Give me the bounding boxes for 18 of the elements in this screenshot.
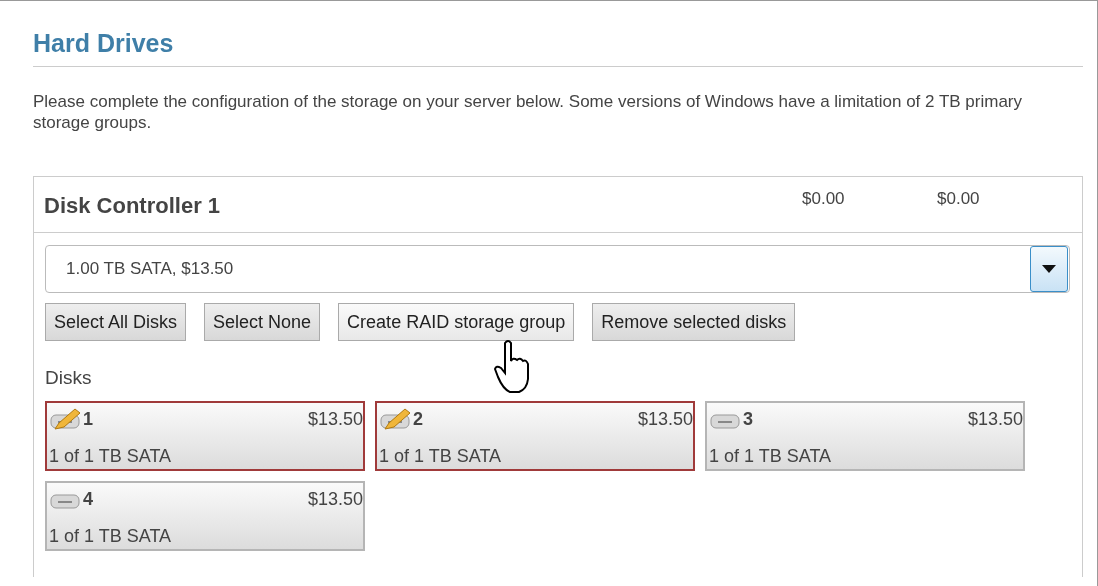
- price: $0.00: [937, 189, 981, 209]
- disk-tile[interactable]: 4 $13.50 1 of 1 TB SATA: [45, 481, 365, 551]
- drive-pencil-icon: [379, 407, 413, 431]
- action-button[interactable]: Select None: [204, 303, 321, 341]
- disks-label: Disks: [45, 367, 93, 389]
- disk-tile[interactable]: 3 $13.50 1 of 1 TB SATA: [705, 401, 1025, 471]
- disk-tile[interactable]: 1 $13.50 1 of 1 TB SATA: [45, 401, 365, 471]
- action-button[interactable]: Remove selected disks: [592, 303, 796, 341]
- disk-dropdown[interactable]: 1.00 TB SATA, $13.50: [45, 245, 1070, 293]
- drive-pencil-icon: [49, 407, 83, 431]
- section-title: Hard Drives: [33, 29, 1083, 67]
- description: Please complete the configuration of the storage on your server below. Some versions of Windows have a limitation of 2 TB primary storage groups.: [33, 91, 1023, 133]
- action-button[interactable]: Select All Disks: [45, 303, 187, 341]
- action-button[interactable]: Create RAID storage group: [338, 303, 575, 341]
- disk-tile[interactable]: 2 $13.50 1 of 1 TB SATA: [375, 401, 695, 471]
- controller-name: Disk Controller 1: [44, 193, 222, 219]
- price: $0.00: [802, 189, 846, 209]
- dropdown-arrow-icon: [1042, 265, 1056, 273]
